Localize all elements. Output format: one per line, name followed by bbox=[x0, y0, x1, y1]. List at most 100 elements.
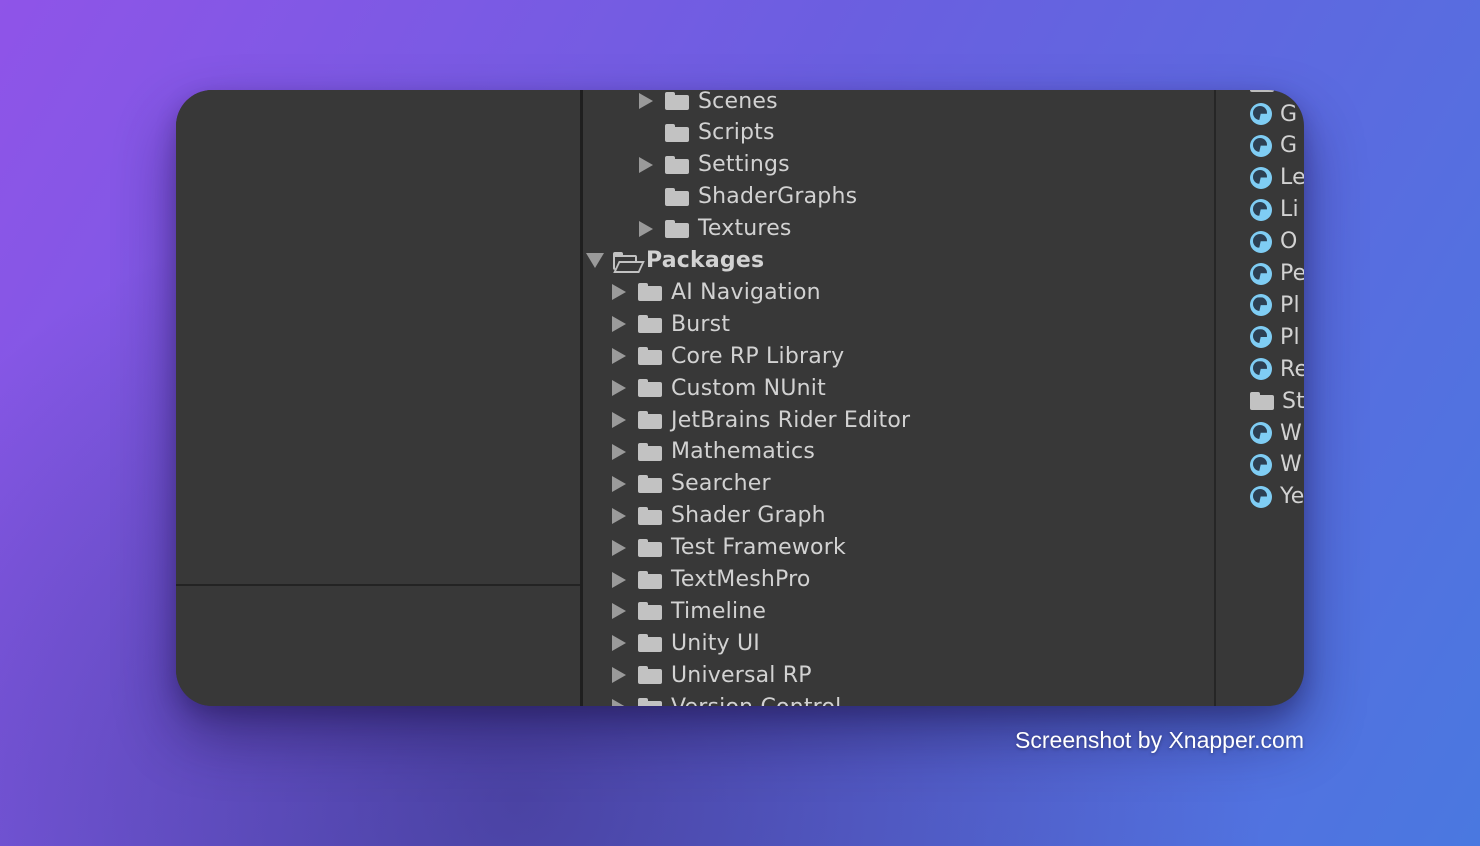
asset-item[interactable]: G bbox=[1250, 98, 1297, 130]
material-sphere-icon bbox=[1250, 262, 1272, 285]
tree-row-label: Mathematics bbox=[671, 439, 815, 465]
clipped-asset-icon bbox=[1250, 90, 1274, 92]
material-sphere-icon bbox=[1250, 134, 1272, 157]
tree-row[interactable]: Burst bbox=[612, 308, 730, 340]
expand-right-arrow-icon[interactable] bbox=[612, 635, 626, 652]
tree-row-label: Shader Graph bbox=[671, 503, 826, 529]
expand-right-arrow-icon[interactable] bbox=[612, 603, 626, 620]
expand-right-arrow-icon[interactable] bbox=[612, 699, 626, 706]
tree-row-label: Scripts bbox=[698, 120, 775, 146]
expand-right-arrow-icon[interactable] bbox=[612, 539, 626, 556]
pane-divider bbox=[176, 584, 580, 586]
expand-right-arrow-icon[interactable] bbox=[639, 93, 653, 109]
expand-right-arrow-icon[interactable] bbox=[612, 667, 626, 684]
tree-row-label: TextMeshPro bbox=[671, 567, 811, 592]
asset-item-label: Pe bbox=[1280, 261, 1304, 286]
tree-row-label: AI Navigation bbox=[671, 279, 821, 305]
tree-row-label: Test Framework bbox=[671, 535, 846, 561]
folder-icon bbox=[638, 315, 662, 334]
asset-item-label: G bbox=[1280, 133, 1298, 159]
expand-right-arrow-icon[interactable] bbox=[612, 316, 626, 333]
expand-right-arrow-icon[interactable] bbox=[639, 220, 653, 237]
tree-row-label: Scenes bbox=[698, 90, 778, 114]
tree-row[interactable]: Core RP Library bbox=[612, 340, 844, 372]
expand-right-arrow-icon[interactable] bbox=[612, 507, 626, 524]
tree-row[interactable]: Timeline bbox=[612, 595, 766, 627]
tree-row[interactable]: Scenes bbox=[639, 90, 778, 117]
asset-list-pane: G G Le Li O Pe Pl Pl Re St W W Ye bbox=[1216, 90, 1304, 706]
material-sphere-icon bbox=[1250, 326, 1272, 349]
expand-right-arrow-icon[interactable] bbox=[612, 571, 626, 588]
asset-item[interactable]: Pl bbox=[1250, 289, 1300, 321]
folder-icon bbox=[638, 698, 662, 706]
tree-row[interactable]: Custom NUnit bbox=[612, 372, 826, 404]
folder-icon bbox=[1250, 392, 1274, 411]
folder-icon bbox=[638, 442, 662, 461]
folder-list-pane[interactable] bbox=[176, 90, 580, 706]
material-sphere-icon bbox=[1250, 485, 1272, 508]
open-folder-icon bbox=[613, 251, 645, 273]
material-sphere-icon bbox=[1250, 358, 1272, 381]
tree-row[interactable]: Version Control bbox=[612, 691, 841, 706]
asset-item[interactable]: G bbox=[1250, 130, 1297, 162]
tree-row-label: Timeline bbox=[671, 598, 767, 624]
asset-item[interactable]: St bbox=[1250, 385, 1304, 417]
expand-right-arrow-icon[interactable] bbox=[612, 284, 626, 301]
folder-icon bbox=[638, 283, 662, 302]
tree-row[interactable]: AI Navigation bbox=[612, 276, 821, 308]
expand-down-arrow-icon[interactable] bbox=[586, 253, 604, 268]
asset-item[interactable]: Ye bbox=[1250, 481, 1304, 513]
tree-row-label: Core RP Library bbox=[671, 343, 845, 369]
tree-row[interactable]: Textures bbox=[639, 213, 792, 245]
tree-row[interactable]: Settings bbox=[639, 149, 790, 181]
expand-right-arrow-icon[interactable] bbox=[612, 475, 626, 492]
expand-right-arrow-icon bbox=[639, 125, 653, 141]
expand-right-arrow-icon[interactable] bbox=[612, 443, 626, 460]
asset-item-label: Pl bbox=[1280, 292, 1300, 318]
tree-row[interactable]: Scripts bbox=[639, 117, 775, 149]
tree-row[interactable]: ShaderGraphs bbox=[639, 181, 857, 213]
tree-row[interactable]: Packages bbox=[586, 245, 764, 277]
tree-row-label: Universal RP bbox=[671, 662, 812, 688]
folder-icon bbox=[638, 602, 662, 621]
folder-icon bbox=[638, 538, 662, 557]
asset-item[interactable]: Le bbox=[1250, 162, 1304, 194]
expand-right-arrow-icon[interactable] bbox=[612, 348, 626, 365]
tree-row[interactable]: TextMeshPro bbox=[612, 564, 811, 596]
material-sphere-icon bbox=[1250, 422, 1272, 444]
tree-row[interactable]: Shader Graph bbox=[612, 500, 826, 532]
material-sphere-icon bbox=[1250, 198, 1272, 221]
unity-project-window: Scenes Scripts Settings ShaderGraphs Texture… bbox=[176, 90, 1304, 706]
asset-item[interactable]: Pl bbox=[1250, 321, 1300, 353]
expand-right-arrow-icon[interactable] bbox=[612, 380, 626, 397]
asset-item[interactable]: Pe bbox=[1250, 258, 1304, 290]
asset-item[interactable]: O bbox=[1250, 226, 1298, 258]
tree-row[interactable]: Mathematics bbox=[612, 436, 815, 468]
material-sphere-icon bbox=[1250, 230, 1272, 253]
project-tree: Scenes Scripts Settings ShaderGraphs Texture… bbox=[583, 90, 1214, 706]
expand-right-arrow-icon[interactable] bbox=[639, 156, 653, 173]
tree-row-label: Searcher bbox=[671, 471, 771, 497]
asset-item-label: G bbox=[1280, 101, 1298, 127]
tree-row-label: ShaderGraphs bbox=[698, 184, 858, 210]
asset-item-label: Re bbox=[1280, 356, 1304, 382]
asset-item[interactable]: W bbox=[1250, 449, 1302, 481]
tree-row[interactable]: Searcher bbox=[612, 468, 771, 500]
asset-item[interactable]: W bbox=[1250, 417, 1302, 449]
tree-row[interactable]: Unity UI bbox=[612, 627, 760, 659]
asset-item[interactable]: Re bbox=[1250, 353, 1304, 385]
tree-row[interactable]: Universal RP bbox=[612, 659, 812, 691]
material-sphere-icon bbox=[1250, 453, 1272, 476]
asset-item-label: Ye bbox=[1280, 484, 1304, 510]
folder-icon bbox=[638, 411, 662, 429]
tree-row[interactable]: Test Framework bbox=[612, 532, 846, 564]
material-sphere-icon bbox=[1250, 103, 1272, 125]
tree-row-label: Unity UI bbox=[671, 630, 760, 656]
asset-item[interactable]: Li bbox=[1250, 194, 1299, 226]
asset-item-label: W bbox=[1280, 420, 1302, 446]
folder-icon bbox=[638, 506, 662, 525]
tree-row[interactable]: JetBrains Rider Editor bbox=[612, 404, 910, 436]
material-sphere-icon bbox=[1250, 294, 1272, 317]
expand-right-arrow-icon[interactable] bbox=[612, 412, 626, 428]
folder-icon bbox=[638, 379, 662, 398]
